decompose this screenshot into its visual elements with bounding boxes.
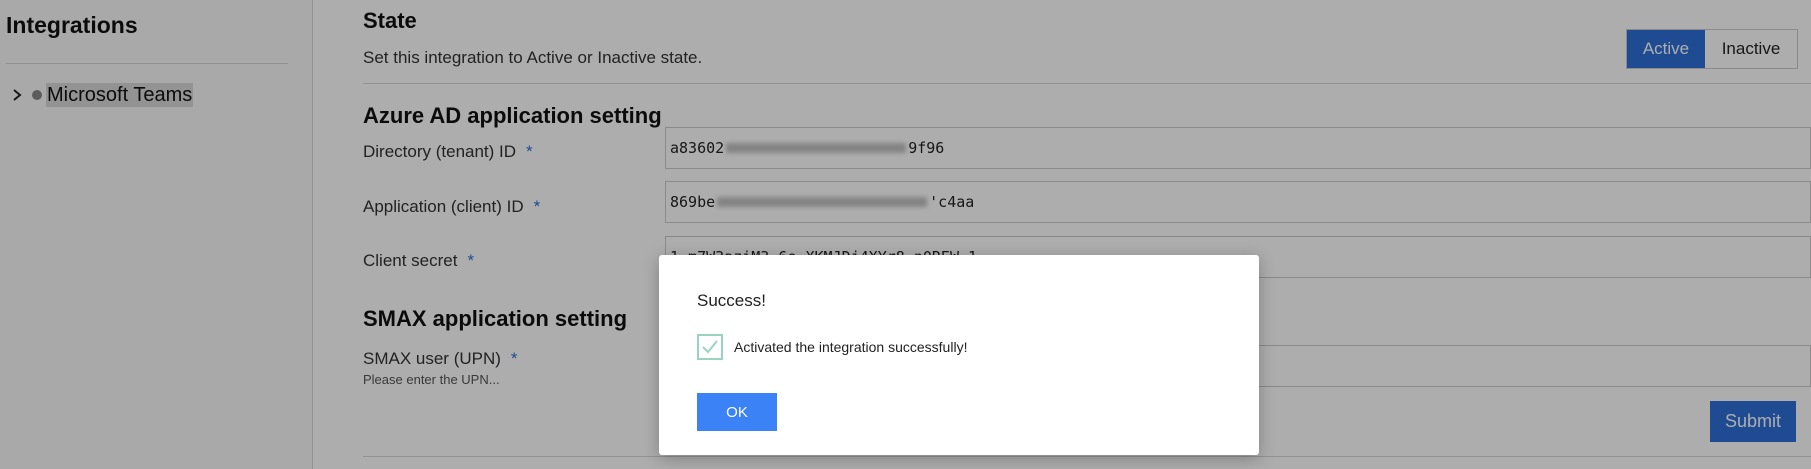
dialog-title: Success! <box>697 291 766 310</box>
dialog-message-row: Activated the integration successfully! <box>697 334 967 360</box>
check-icon <box>697 334 723 360</box>
success-dialog: Success! Activated the integration succe… <box>659 255 1259 455</box>
dialog-message: Activated the integration successfully! <box>734 339 968 355</box>
ok-button[interactable]: OK <box>697 393 777 431</box>
